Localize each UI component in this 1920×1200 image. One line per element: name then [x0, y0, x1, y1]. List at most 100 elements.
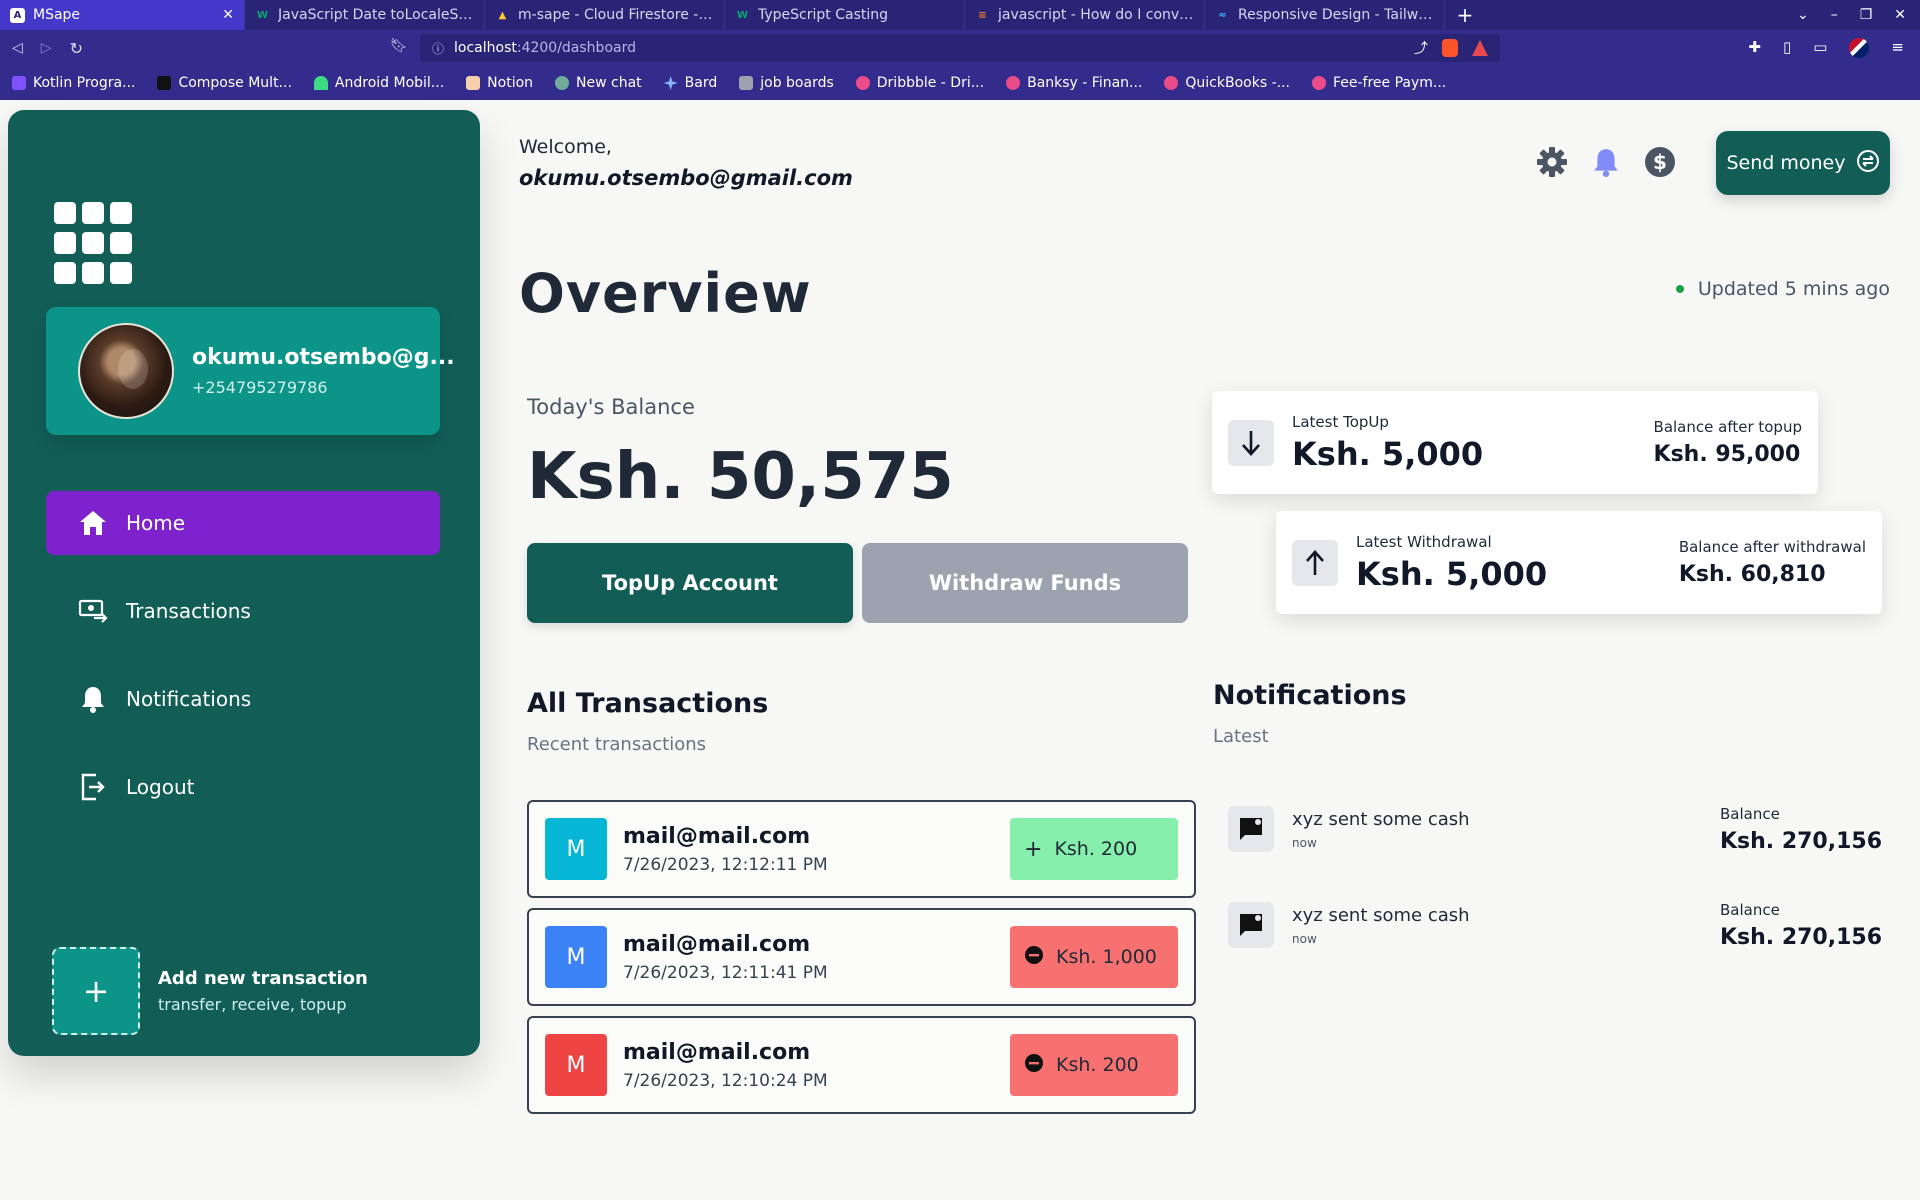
- notion-icon: [466, 76, 481, 90]
- transaction-amount-badge: Ksh. 1,000: [1010, 926, 1178, 988]
- minimize-icon[interactable]: –: [1831, 7, 1838, 23]
- tab-title: TypeScript Casting: [758, 7, 888, 23]
- tab-typescript-casting[interactable]: W TypeScript Casting: [725, 0, 965, 30]
- arrow-down-icon: [1228, 419, 1274, 466]
- transaction-amount-badge: Ksh. 200: [1010, 1034, 1178, 1096]
- message-icon: [1228, 902, 1274, 948]
- tab-title: javascript - How do I convert a: [998, 7, 1194, 23]
- withdraw-funds-button[interactable]: Withdraw Funds: [862, 543, 1188, 623]
- sidebar-item-home[interactable]: Home: [46, 491, 440, 555]
- bookmark-quickbooks[interactable]: QuickBooks -...: [1164, 75, 1290, 91]
- add-transaction-button[interactable]: +: [52, 947, 140, 1035]
- maximize-icon[interactable]: ❐: [1860, 7, 1873, 23]
- tab-stackoverflow[interactable]: ≡ javascript - How do I convert a: [965, 0, 1205, 30]
- logout-icon: [78, 772, 108, 802]
- bell-icon: [78, 684, 108, 714]
- bookmark-compose[interactable]: Compose Mult...: [157, 75, 292, 91]
- gear-icon[interactable]: [1536, 146, 1568, 178]
- tab-javascript-date[interactable]: W JavaScript Date toLocaleStrin: [245, 0, 485, 30]
- bookmark-new-chat[interactable]: New chat: [555, 75, 642, 91]
- bookmark-notion[interactable]: Notion: [466, 75, 533, 91]
- share-icon[interactable]: ⤴: [1414, 38, 1428, 58]
- updated-text: Updated 5 mins ago: [1697, 278, 1890, 300]
- send-money-button[interactable]: Send money: [1716, 131, 1890, 195]
- tab-firestore[interactable]: ▲ m-sape - Cloud Firestore - Fire: [485, 0, 725, 30]
- address-bar[interactable]: ⓘ localhost:4200/dashboard ⤴: [420, 34, 1500, 62]
- add-new-transaction[interactable]: + Add new transaction transfer, receive,…: [52, 947, 452, 1035]
- menu-icon[interactable]: ≡: [1891, 38, 1904, 58]
- sidebar: okumu.otsembo@g... +254795279786 Home Tr…: [8, 110, 480, 1056]
- list-item[interactable]: xyz sent some cash now Balance Ksh. 270,…: [1228, 794, 1890, 864]
- bookmark-android[interactable]: Android Mobil...: [313, 75, 444, 91]
- kotlin-icon: [12, 76, 26, 90]
- brave-shield-icon[interactable]: [1442, 39, 1458, 57]
- withdrawal-label: Latest Withdrawal: [1356, 532, 1492, 551]
- browser-toolbar: ◁ ▷ ↻ 🔖︎ ⓘ localhost:4200/dashboard ⤴ ✚ …: [0, 30, 1920, 66]
- transaction-date: 7/26/2023, 12:10:24 PM: [623, 1070, 828, 1091]
- topup-account-button[interactable]: TopUp Account: [527, 543, 853, 623]
- dribbble-icon: [855, 76, 870, 90]
- window-controls: ⌄ – ❐ ✕: [1797, 0, 1920, 30]
- bookmarks-bar: Kotlin Progra... Compose Mult... Android…: [0, 66, 1920, 100]
- avatar: [78, 323, 174, 419]
- minus-circle-icon: [1024, 1053, 1044, 1078]
- list-item[interactable]: xyz sent some cash now Balance Ksh. 270,…: [1228, 890, 1890, 960]
- profile-name: okumu.otsembo@g...: [192, 345, 455, 370]
- transaction-amount: Ksh. 200: [1054, 838, 1138, 860]
- transaction-amount-badge: + Ksh. 200: [1010, 818, 1178, 880]
- plus-icon: +: [82, 972, 110, 1010]
- tab-tailwind[interactable]: ≈ Responsive Design - Tailwind: [1205, 0, 1445, 30]
- dollar-icon[interactable]: $: [1644, 146, 1676, 178]
- url-path: :4200/dashboard: [516, 40, 636, 56]
- bookmark-page-icon[interactable]: 🔖︎: [390, 38, 408, 54]
- tailwind-favicon-icon: ≈: [1218, 9, 1227, 21]
- notification-time: now: [1292, 835, 1317, 850]
- tab-list-chevron-icon[interactable]: ⌄: [1797, 7, 1809, 23]
- reload-icon[interactable]: ↻: [70, 39, 83, 58]
- firebase-favicon-icon: ▲: [498, 9, 507, 21]
- notification-bell-icon[interactable]: [1590, 146, 1622, 178]
- browser-tab-bar: A MSape ✕ W JavaScript Date toLocaleStri…: [0, 0, 1920, 30]
- transaction-date: 7/26/2023, 12:12:11 PM: [623, 854, 828, 875]
- tab-msape[interactable]: A MSape ✕: [0, 0, 245, 30]
- site-info-icon[interactable]: ⓘ: [432, 40, 444, 57]
- folder-icon: [739, 76, 754, 90]
- brave-rewards-icon[interactable]: [1472, 40, 1488, 56]
- bookmark-dribbble[interactable]: Dribbble - Dri...: [855, 75, 984, 91]
- new-tab-button[interactable]: +: [1445, 0, 1485, 30]
- table-row[interactable]: M mail@mail.com 7/26/2023, 12:10:24 PM K…: [527, 1016, 1196, 1114]
- notifications-subtitle: Latest: [1213, 726, 1269, 747]
- table-row[interactable]: M mail@mail.com 7/26/2023, 12:11:41 PM K…: [527, 908, 1196, 1006]
- svg-text:$: $: [1653, 150, 1667, 174]
- profile-card[interactable]: okumu.otsembo@g... +254795279786: [46, 307, 455, 435]
- back-icon[interactable]: ◁: [12, 40, 23, 56]
- app-grid-logo-icon[interactable]: [54, 202, 138, 286]
- close-tab-icon[interactable]: ✕: [222, 7, 234, 23]
- table-row[interactable]: M mail@mail.com 7/26/2023, 12:12:11 PM +…: [527, 800, 1196, 898]
- sidebar-item-notifications[interactable]: Notifications: [46, 667, 440, 731]
- sidebar-item-logout[interactable]: Logout: [46, 755, 440, 819]
- profile-flag-icon[interactable]: [1849, 38, 1870, 58]
- dribbble-icon: [1311, 76, 1326, 90]
- transactions-title: All Transactions: [527, 688, 769, 719]
- bookmark-bard[interactable]: Bard: [663, 75, 717, 91]
- msape-favicon-icon: A: [10, 7, 25, 23]
- bookmark-fee-free[interactable]: Fee-free Paym...: [1311, 75, 1446, 91]
- latest-topup-card: Latest TopUp Ksh. 5,000 Balance after to…: [1212, 391, 1818, 494]
- transaction-email: mail@mail.com: [623, 931, 811, 957]
- notification-text: xyz sent some cash: [1292, 808, 1470, 830]
- bookmark-banksy[interactable]: Banksy - Finan...: [1006, 75, 1142, 91]
- forward-icon[interactable]: ▷: [41, 40, 52, 56]
- extensions-icon[interactable]: ✚: [1748, 38, 1761, 58]
- bookmark-kotlin[interactable]: Kotlin Progra...: [12, 75, 135, 91]
- w3schools-favicon-icon: W: [256, 9, 269, 21]
- sidebar-item-transactions[interactable]: Transactions: [46, 579, 440, 643]
- home-icon: [78, 508, 108, 538]
- tab-title: MSape: [33, 7, 81, 23]
- add-transaction-title: Add new transaction: [158, 968, 368, 989]
- sidebar-toggle-icon[interactable]: ▯: [1783, 38, 1791, 58]
- wallet-icon[interactable]: ▭: [1813, 38, 1827, 58]
- close-window-icon[interactable]: ✕: [1894, 7, 1906, 23]
- bookmark-job-boards[interactable]: job boards: [739, 75, 834, 91]
- dribbble-icon: [1006, 76, 1021, 90]
